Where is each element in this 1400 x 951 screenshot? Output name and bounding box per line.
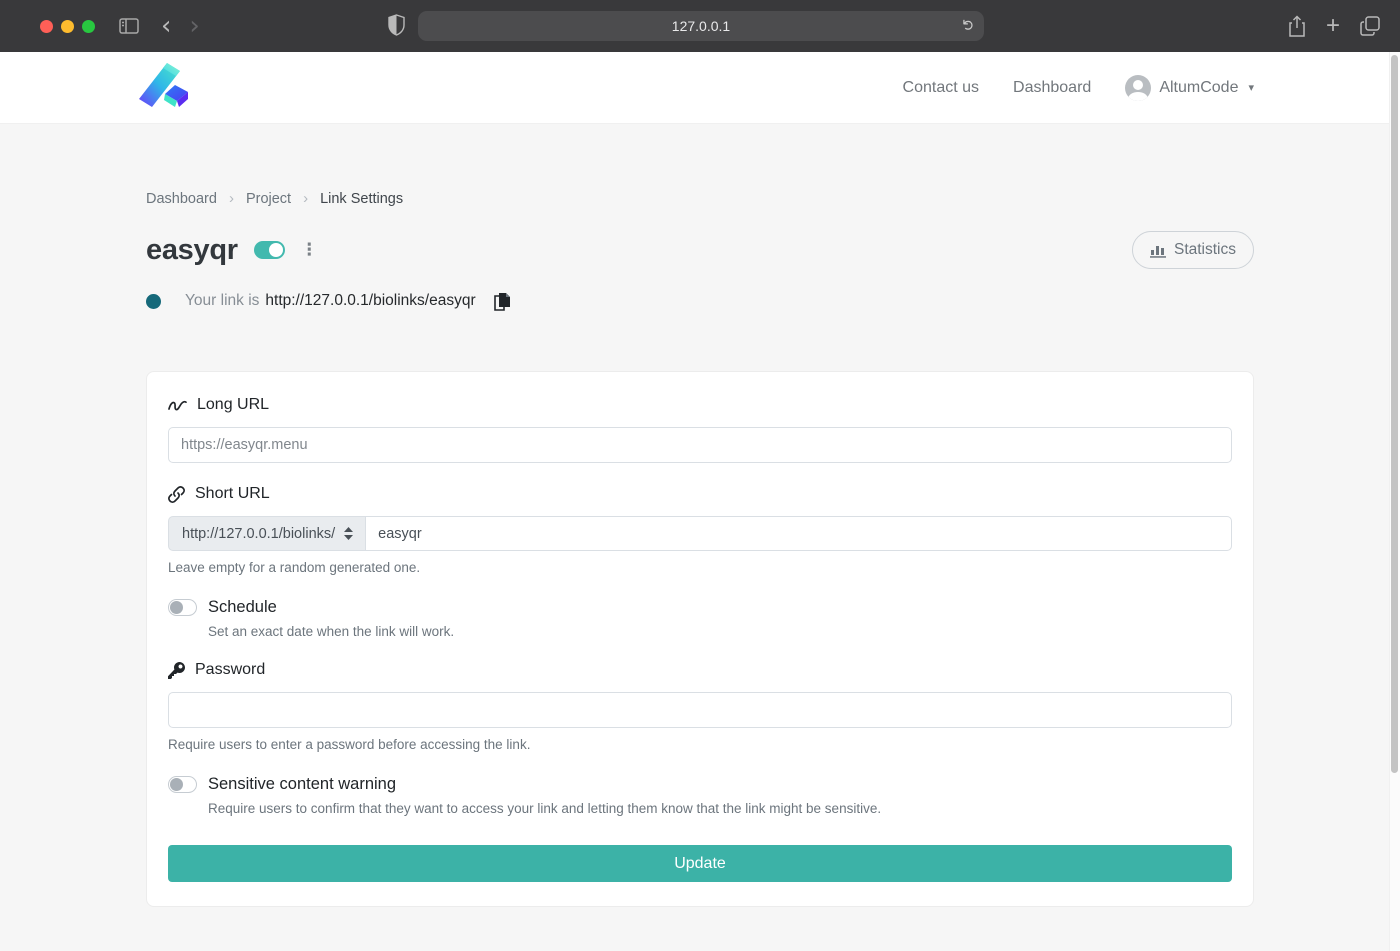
sensitive-content-helper: Require users to confirm that they want … <box>208 801 1232 816</box>
page-title: easyqr <box>146 234 238 267</box>
toggle-knob <box>170 778 183 791</box>
short-url-domain-select[interactable]: http://127.0.0.1/biolinks/ <box>168 516 365 551</box>
forward-button[interactable]: › <box>189 13 199 39</box>
password-input[interactable] <box>168 692 1232 728</box>
password-label: Password <box>168 661 1232 679</box>
schedule-label: Schedule <box>208 598 277 617</box>
statistics-button[interactable]: Statistics <box>1132 231 1254 269</box>
your-link-url[interactable]: http://127.0.0.1/biolinks/easyqr <box>265 292 475 310</box>
bar-chart-icon <box>1150 243 1166 258</box>
schedule-toggle[interactable] <box>168 599 197 616</box>
copy-icon[interactable] <box>494 292 511 311</box>
main-content: Dashboard › Project › Link Settings easy… <box>146 124 1254 907</box>
update-button[interactable]: Update <box>168 845 1232 882</box>
site-header: Contact us Dashboard AltumCode ▾ <box>0 52 1400 124</box>
user-menu[interactable]: AltumCode ▾ <box>1125 75 1254 101</box>
more-options-icon[interactable]: ⋮ <box>301 245 318 256</box>
password-helper: Require users to enter a password before… <box>168 737 1232 752</box>
link-icon <box>168 486 185 503</box>
traffic-lights <box>40 20 95 33</box>
minimize-window-button[interactable] <box>61 20 74 33</box>
browser-chrome: ‹ › 127.0.0.1 ↻ + <box>0 0 1400 52</box>
breadcrumb-separator: › <box>303 190 308 207</box>
breadcrumb-dashboard[interactable]: Dashboard <box>146 191 217 207</box>
short-url-helper: Leave empty for a random generated one. <box>168 560 1232 575</box>
browser-window: ‹ › 127.0.0.1 ↻ + <box>0 0 1400 951</box>
long-url-label: Long URL <box>168 396 1232 414</box>
address-bar[interactable]: 127.0.0.1 ↻ <box>418 11 984 41</box>
back-button[interactable]: ‹ <box>161 13 171 39</box>
user-avatar <box>1125 75 1151 101</box>
status-dot <box>146 294 161 309</box>
privacy-shield-icon[interactable] <box>388 14 405 36</box>
short-url-label: Short URL <box>168 485 1232 503</box>
breadcrumb: Dashboard › Project › Link Settings <box>146 190 1254 207</box>
sensitive-content-label: Sensitive content warning <box>208 775 396 794</box>
select-arrows-icon <box>344 527 353 540</box>
scrollbar-thumb[interactable] <box>1391 55 1398 773</box>
password-label-text: Password <box>195 661 265 679</box>
site-nav: Contact us Dashboard AltumCode ▾ <box>903 75 1254 101</box>
toggle-knob <box>269 243 283 257</box>
site-logo[interactable] <box>137 61 189 114</box>
nav-contact-us[interactable]: Contact us <box>903 79 979 97</box>
breadcrumb-separator: › <box>229 190 234 207</box>
sensitive-content-toggle[interactable] <box>168 776 197 793</box>
sidebar-toggle-icon[interactable] <box>119 18 139 34</box>
breadcrumb-project[interactable]: Project <box>246 191 291 207</box>
toggle-knob <box>170 601 183 614</box>
key-icon <box>168 662 185 679</box>
close-window-button[interactable] <box>40 20 53 33</box>
scribble-icon <box>168 398 187 412</box>
nav-dashboard[interactable]: Dashboard <box>1013 79 1091 97</box>
long-url-label-text: Long URL <box>197 396 269 414</box>
chevron-down-icon: ▾ <box>1248 81 1254 94</box>
short-url-slug-input[interactable] <box>365 516 1232 551</box>
short-url-label-text: Short URL <box>195 485 270 503</box>
link-settings-card: Long URL Short URL http://127.0.0.1/biol… <box>146 371 1254 907</box>
share-icon[interactable] <box>1288 15 1306 37</box>
reload-icon[interactable]: ↻ <box>960 19 978 32</box>
short-url-domain-value: http://127.0.0.1/biolinks/ <box>182 526 335 542</box>
link-enabled-toggle[interactable] <box>254 241 285 259</box>
zoom-window-button[interactable] <box>82 20 95 33</box>
your-link-prefix: Your link is <box>185 292 259 310</box>
user-name: AltumCode <box>1159 79 1238 97</box>
scrollbar-track[interactable] <box>1389 52 1400 951</box>
new-tab-icon[interactable]: + <box>1326 14 1340 38</box>
schedule-helper: Set an exact date when the link will wor… <box>208 624 1232 639</box>
breadcrumb-link-settings: Link Settings <box>320 191 403 207</box>
long-url-input[interactable] <box>168 427 1232 463</box>
address-bar-url[interactable]: 127.0.0.1 <box>672 18 730 34</box>
statistics-button-label: Statistics <box>1174 241 1236 259</box>
tab-overview-icon[interactable] <box>1360 16 1380 36</box>
